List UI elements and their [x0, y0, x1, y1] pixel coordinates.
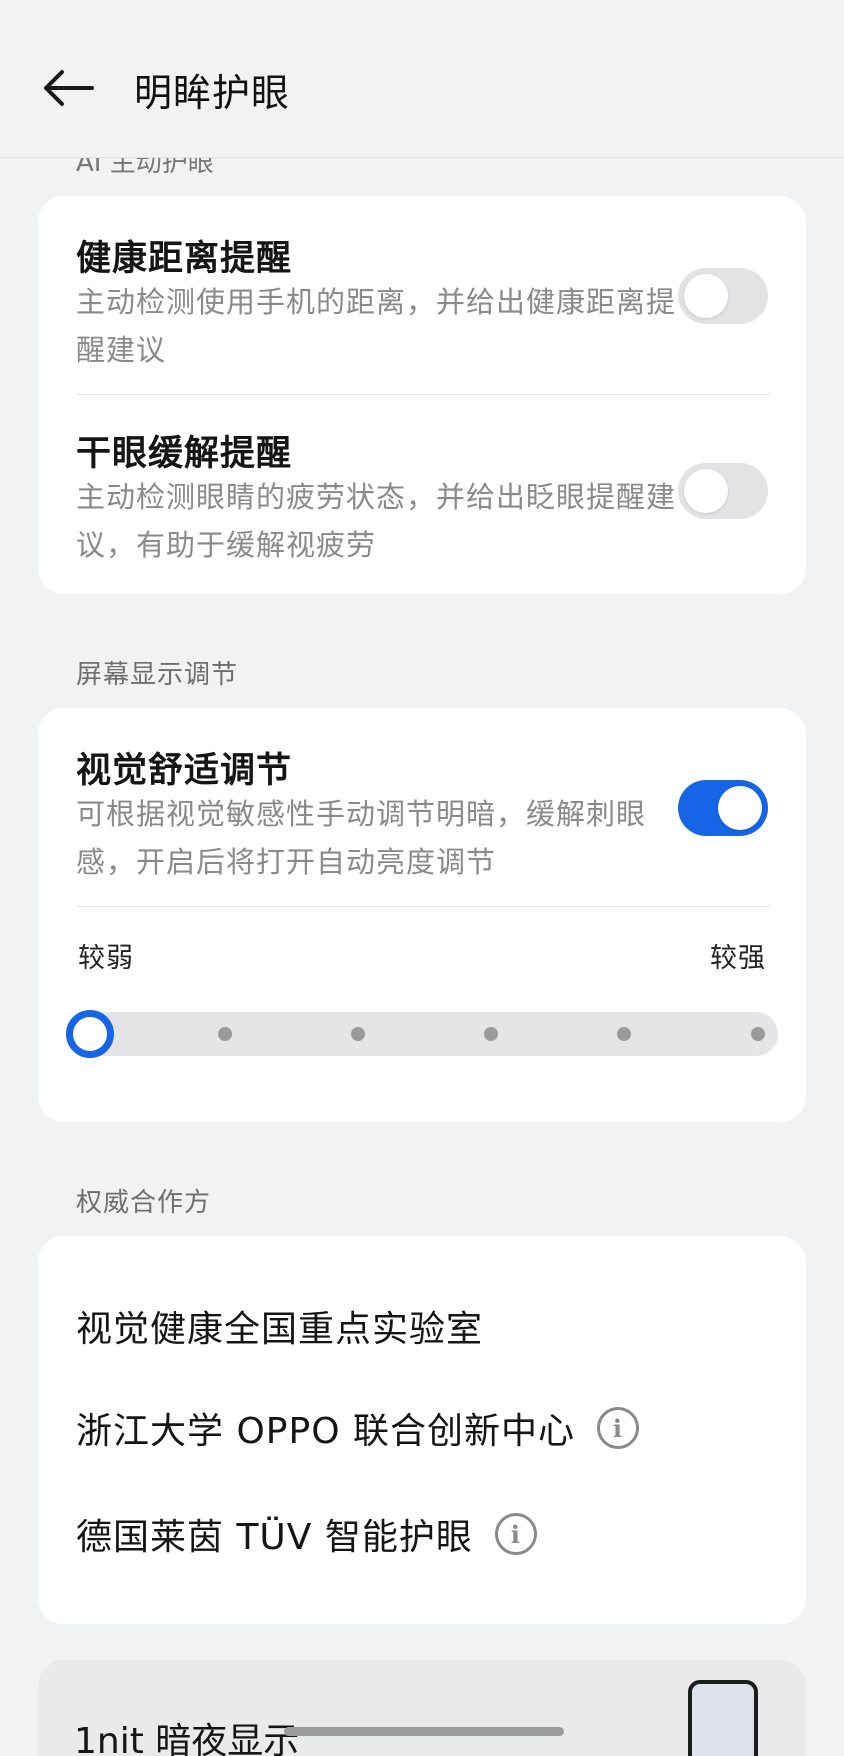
distance-reminder-row[interactable]: 健康距离提醒 主动检测使用手机的距离，并给出健康距离提醒建议: [38, 196, 806, 394]
slider-max-label: 较强: [710, 943, 766, 974]
back-button[interactable]: [30, 50, 106, 126]
partner-item-zju-oppo: 浙江大学 OPPO 联合创新中心 i: [76, 1402, 639, 1454]
info-icon[interactable]: i: [596, 1407, 639, 1449]
section-label-screen-display: 屏幕显示调节: [76, 660, 239, 690]
ai-eye-care-card: 健康距离提醒 主动检测使用手机的距离，并给出健康距离提醒建议 干眼缓解提醒 主动…: [38, 196, 806, 594]
slider-step-dot: [484, 1027, 498, 1041]
dry-eye-reminder-description: 主动检测眼睛的疲劳状态，并给出眨眼提醒建议，有助于缓解视疲劳: [76, 480, 677, 562]
visual-comfort-row[interactable]: 视觉舒适调节 可根据视觉敏感性手动调节明暗，缓解刺眼感，开启后将打开自动亮度调节: [38, 708, 806, 906]
dark-night-display-card[interactable]: 1nit 暗夜显示: [38, 1660, 806, 1756]
distance-reminder-toggle[interactable]: [678, 268, 768, 324]
partner-item-national-lab: 视觉健康全国重点实验室: [76, 1300, 483, 1352]
phone-preview-icon: [688, 1680, 758, 1756]
dry-eye-reminder-toggle[interactable]: [678, 463, 768, 519]
top-app-bar: 明眸护眼: [0, 0, 844, 158]
section-label-partners: 权威合作方: [76, 1188, 212, 1218]
visual-comfort-toggle[interactable]: [678, 780, 768, 836]
info-icon[interactable]: i: [494, 1513, 537, 1555]
toggle-knob: [684, 274, 728, 318]
comfort-level-slider[interactable]: [66, 1010, 778, 1058]
distance-reminder-title: 健康距离提醒: [76, 239, 293, 279]
toggle-knob: [718, 786, 762, 830]
slider-thumb[interactable]: [66, 1010, 114, 1058]
screen-display-card: 视觉舒适调节 可根据视觉敏感性手动调节明暗，缓解刺眼感，开启后将打开自动亮度调节…: [38, 708, 806, 1122]
dry-eye-reminder-title: 干眼缓解提醒: [76, 434, 293, 474]
arrow-left-icon: [44, 70, 94, 106]
page-title: 明眸护眼: [134, 71, 291, 115]
slider-step-dot: [351, 1027, 365, 1041]
visual-comfort-description: 可根据视觉敏感性手动调节明暗，缓解刺眼感，开启后将打开自动亮度调节: [76, 797, 647, 879]
partner-name: 浙江大学 OPPO 联合创新中心: [76, 1411, 575, 1452]
dry-eye-reminder-row[interactable]: 干眼缓解提醒 主动检测眼睛的疲劳状态，并给出眨眼提醒建议，有助于缓解视疲劳: [38, 395, 806, 593]
partner-name: 德国莱茵 TÜV 智能护眼: [76, 1517, 473, 1558]
partner-item-tuv: 德国莱茵 TÜV 智能护眼 i: [76, 1508, 537, 1560]
dark-night-display-title: 1nit 暗夜显示: [74, 1721, 300, 1756]
slider-step-dot: [218, 1027, 232, 1041]
partner-name: 视觉健康全国重点实验室: [76, 1309, 484, 1350]
divider: [76, 906, 770, 907]
toggle-knob: [684, 469, 728, 513]
partners-card: 视觉健康全国重点实验室 浙江大学 OPPO 联合创新中心 i 德国莱茵 TÜV …: [38, 1236, 806, 1624]
distance-reminder-description: 主动检测使用手机的距离，并给出健康距离提醒建议: [76, 285, 677, 367]
home-indicator[interactable]: [284, 1727, 564, 1736]
slider-min-label: 较弱: [78, 943, 134, 974]
slider-step-dot: [751, 1027, 765, 1041]
visual-comfort-title: 视觉舒适调节: [76, 751, 293, 791]
eye-care-settings-page: 明眸护眼 AI 主动护眼 健康距离提醒 主动检测使用手机的距离，并给出健康距离提…: [0, 0, 844, 1756]
slider-step-dot: [617, 1027, 631, 1041]
